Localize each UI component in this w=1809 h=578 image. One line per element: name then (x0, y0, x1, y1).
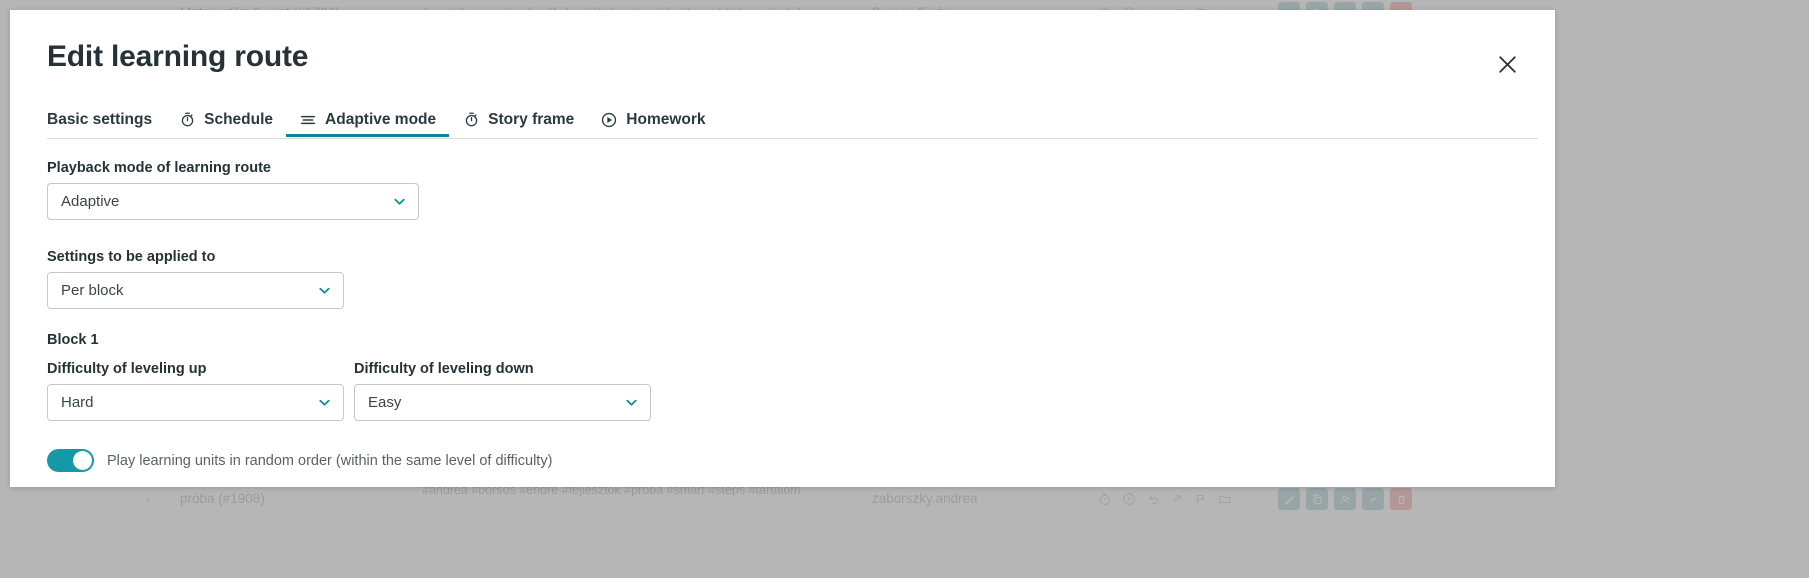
dialog-header: Edit learning route (10, 10, 1555, 96)
tab-label: Basic settings (47, 110, 153, 128)
difficulty-up-label: Difficulty of leveling up (47, 361, 207, 377)
difficulty-up-group: Difficulty of leveling up Hard (47, 361, 344, 426)
difficulty-down-group: Difficulty of leveling down Easy (354, 361, 651, 426)
tab-adaptive-mode[interactable]: Adaptive mode (286, 105, 450, 137)
stopwatch-icon (462, 111, 480, 129)
tab-label: Story frame (488, 110, 575, 128)
playback-mode-label: Playback mode of learning route (47, 160, 271, 176)
edit-learning-route-dialog: Edit learning route Basic settings Sched… (10, 10, 1555, 487)
toggle-knob (73, 451, 92, 470)
difficulty-down-value: Easy (368, 394, 402, 411)
page-title: Edit learning route (47, 40, 309, 73)
stopwatch-icon (178, 111, 196, 129)
random-order-row: Play learning units in random order (wit… (47, 449, 1527, 472)
close-icon[interactable] (1491, 48, 1523, 80)
tab-basic-settings[interactable]: Basic settings (47, 105, 165, 137)
random-order-toggle[interactable] (47, 449, 94, 472)
adaptive-mode-form: Playback mode of learning route Adaptive… (47, 160, 1527, 487)
tab-story-frame[interactable]: Story frame (449, 105, 587, 137)
tab-label: Schedule (204, 110, 274, 128)
play-circle-icon (600, 111, 618, 129)
difficulty-up-select[interactable]: Hard (47, 384, 344, 421)
chevron-down-icon (623, 395, 639, 411)
chevron-down-icon (391, 194, 407, 210)
chevron-down-icon (316, 283, 332, 299)
block-heading: Block 1 (47, 332, 99, 348)
playback-mode-value: Adaptive (61, 193, 120, 210)
chevron-down-icon (316, 395, 332, 411)
tab-label: Adaptive mode (325, 110, 437, 128)
settings-applied-label: Settings to be applied to (47, 249, 216, 265)
dialog-tabs: Basic settings Schedule Adaptive mode St… (47, 105, 1538, 139)
tab-schedule[interactable]: Schedule (165, 105, 286, 137)
difficulty-row: Difficulty of leveling up Hard Difficult… (47, 361, 1527, 426)
difficulty-up-value: Hard (61, 394, 94, 411)
playback-mode-select[interactable]: Adaptive (47, 183, 419, 220)
settings-applied-value: Per block (61, 282, 124, 299)
tab-homework[interactable]: Homework (587, 105, 718, 137)
settings-applied-select[interactable]: Per block (47, 272, 344, 309)
sliders-lines-icon (299, 111, 317, 129)
tab-label: Homework (626, 110, 706, 128)
difficulty-down-select[interactable]: Easy (354, 384, 651, 421)
screen-root: › Matematika 6.oszt (#1796) #oszt #borso… (0, 0, 1809, 578)
difficulty-down-label: Difficulty of leveling down (354, 361, 534, 377)
random-order-label: Play learning units in random order (wit… (107, 452, 553, 469)
